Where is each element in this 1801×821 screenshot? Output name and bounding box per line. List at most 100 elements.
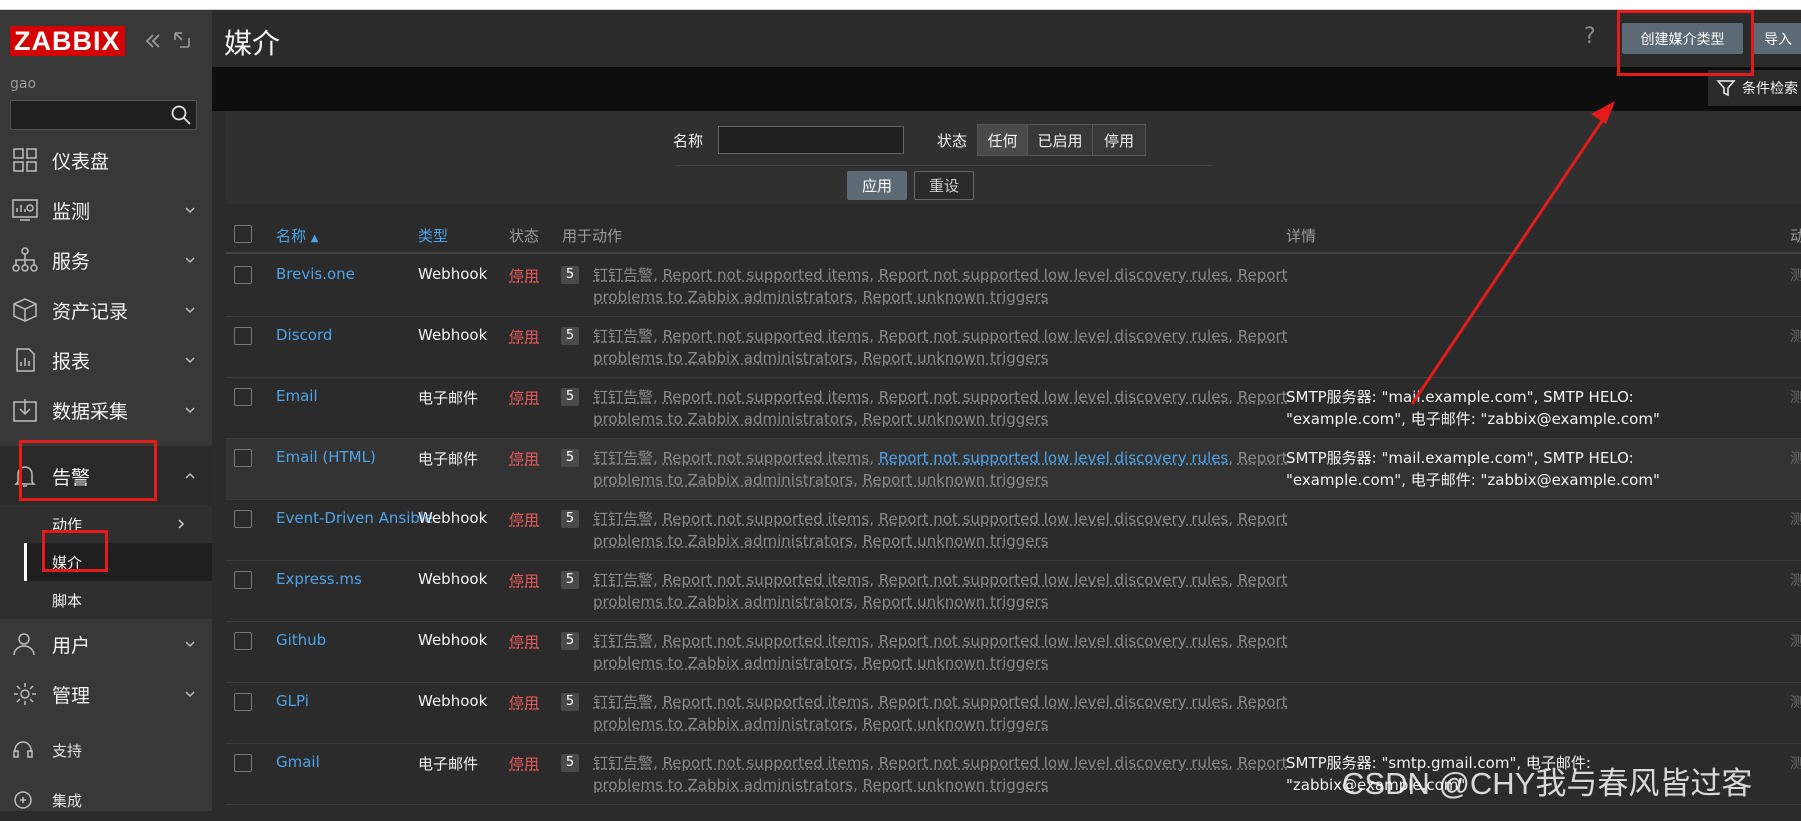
status-toggle-link[interactable]: 停用 [509, 265, 539, 286]
column-header-type[interactable]: 类型 [418, 225, 448, 246]
sidebar-item-alerts[interactable]: 告警 [0, 446, 212, 506]
action-link[interactable]: Report unknown triggers [863, 349, 1049, 367]
action-link[interactable]: 钉钉告警 [593, 388, 653, 406]
test-link[interactable]: 测试 [1790, 326, 1801, 346]
status-option-enabled[interactable]: 已启用 [1027, 124, 1093, 156]
sidebar-item-support[interactable]: 支持 [0, 734, 212, 766]
row-checkbox[interactable] [234, 388, 252, 406]
sidebar-item-dashboard[interactable]: 仪表盘 [0, 136, 212, 184]
status-toggle-link[interactable]: 停用 [509, 509, 539, 530]
sidebar-item-monitoring[interactable]: 监测 [0, 186, 212, 234]
status-toggle-link[interactable]: 停用 [509, 448, 539, 469]
status-toggle-link[interactable]: 停用 [509, 326, 539, 347]
submenu-item-actions[interactable]: 动作 [24, 505, 212, 543]
action-link[interactable]: Report unknown triggers [863, 288, 1049, 306]
status-option-any[interactable]: 任何 [977, 124, 1028, 156]
row-checkbox[interactable] [234, 327, 252, 345]
status-toggle-link[interactable]: 停用 [509, 753, 539, 774]
sidebar-item-inventory[interactable]: 资产记录 [0, 286, 212, 334]
action-link[interactable]: 钉钉告警 [593, 754, 653, 772]
action-link[interactable]: Report not supported items [663, 388, 870, 406]
action-link[interactable]: Report not supported items [663, 571, 870, 589]
action-link[interactable]: Report unknown triggers [863, 532, 1049, 550]
reset-button[interactable]: 重设 [914, 171, 974, 200]
media-type-name-link[interactable]: Event-Driven Ansible [276, 509, 433, 527]
submenu-item-scripts[interactable]: 脚本 [24, 581, 212, 619]
action-link[interactable]: Report not supported items [663, 266, 870, 284]
test-link[interactable]: 测试 [1790, 570, 1801, 590]
create-media-type-button[interactable]: 创建媒介类型 [1622, 23, 1743, 54]
action-link[interactable]: Report not supported low level discovery… [879, 754, 1228, 772]
filter-name-input[interactable] [718, 126, 904, 154]
help-icon[interactable]: ? [1584, 24, 1596, 49]
action-link[interactable]: Report not supported low level discovery… [879, 388, 1228, 406]
sidebar-item-integrations[interactable]: 集成 [0, 784, 212, 816]
action-link[interactable]: Report not supported items [663, 449, 870, 467]
action-link[interactable]: Report not supported low level discovery… [879, 693, 1228, 711]
row-checkbox[interactable] [234, 510, 252, 528]
media-type-name-link[interactable]: Brevis.one [276, 265, 355, 283]
action-link[interactable]: Report unknown triggers [863, 715, 1049, 733]
row-checkbox[interactable] [234, 632, 252, 650]
sidebar-item-administration[interactable]: 管理 [0, 670, 212, 718]
sidebar-item-reports[interactable]: 报表 [0, 336, 212, 384]
media-type-name-link[interactable]: Discord [276, 326, 332, 344]
status-toggle-link[interactable]: 停用 [509, 570, 539, 591]
submenu-item-media-types[interactable]: 媒介 [24, 543, 212, 581]
action-link[interactable]: Report not supported items [663, 632, 870, 650]
test-link[interactable]: 测试 [1790, 448, 1801, 468]
row-checkbox[interactable] [234, 266, 252, 284]
action-link[interactable]: 钉钉告警 [593, 266, 653, 284]
select-all-checkbox[interactable] [234, 225, 252, 243]
sidebar-search-input[interactable] [10, 100, 197, 130]
action-link[interactable]: 钉钉告警 [593, 693, 653, 711]
status-toggle-link[interactable]: 停用 [509, 692, 539, 713]
action-link[interactable]: 钉钉告警 [593, 510, 653, 528]
test-link[interactable]: 测试 [1790, 387, 1801, 407]
sidebar-item-users[interactable]: 用户 [0, 620, 212, 668]
test-link[interactable]: 测试 [1790, 631, 1801, 651]
media-type-name-link[interactable]: Email (HTML) [276, 448, 376, 466]
filter-tab[interactable]: 条件检索 [1708, 70, 1801, 106]
media-type-name-link[interactable]: Express.ms [276, 570, 362, 588]
row-checkbox[interactable] [234, 449, 252, 467]
status-toggle-link[interactable]: 停用 [509, 631, 539, 652]
import-button[interactable]: 导入 [1752, 23, 1801, 54]
status-option-disabled[interactable]: 停用 [1092, 124, 1146, 156]
apply-button[interactable]: 应用 [847, 171, 907, 200]
test-link[interactable]: 测试 [1790, 265, 1801, 285]
action-link[interactable]: Report not supported low level discovery… [879, 266, 1228, 284]
action-link[interactable]: Report not supported items [663, 510, 870, 528]
media-type-name-link[interactable]: Email [276, 387, 318, 405]
action-link[interactable]: Report not supported items [663, 693, 870, 711]
action-link[interactable]: Report unknown triggers [863, 410, 1049, 428]
test-link[interactable]: 测试 [1790, 692, 1801, 712]
sidebar-item-data-collection[interactable]: 数据采集 [0, 386, 212, 434]
kiosk-mode-icon[interactable] [172, 30, 192, 50]
action-link[interactable]: Report not supported items [663, 327, 870, 345]
collapse-sidebar-icon[interactable] [142, 30, 164, 52]
media-type-name-link[interactable]: Gmail [276, 753, 320, 771]
test-link[interactable]: 测试 [1790, 509, 1801, 529]
action-link[interactable]: 钉钉告警 [593, 571, 653, 589]
search-icon[interactable] [170, 104, 192, 126]
row-checkbox[interactable] [234, 754, 252, 772]
action-link[interactable]: Report unknown triggers [863, 776, 1049, 794]
action-link[interactable]: Report unknown triggers [863, 593, 1049, 611]
action-link[interactable]: Report not supported low level discovery… [879, 510, 1228, 528]
action-link[interactable]: Report unknown triggers [863, 471, 1049, 489]
zabbix-logo[interactable]: ZABBIX [10, 26, 125, 56]
row-checkbox[interactable] [234, 693, 252, 711]
media-type-name-link[interactable]: Github [276, 631, 326, 649]
media-type-name-link[interactable]: GLPi [276, 692, 309, 710]
row-checkbox[interactable] [234, 571, 252, 589]
action-link[interactable]: Report not supported items [663, 754, 870, 772]
action-link[interactable]: Report not supported low level discovery… [879, 571, 1228, 589]
action-link[interactable]: 钉钉告警 [593, 632, 653, 650]
action-link[interactable]: Report not supported low level discovery… [879, 632, 1228, 650]
action-link[interactable]: Report not supported low level discovery… [879, 327, 1228, 345]
column-header-name[interactable]: 名称 ▲ [276, 225, 319, 246]
action-link[interactable]: Report not supported low level discovery… [879, 449, 1228, 467]
action-link[interactable]: 钉钉告警 [593, 449, 653, 467]
test-link[interactable]: 测试 [1790, 753, 1801, 773]
